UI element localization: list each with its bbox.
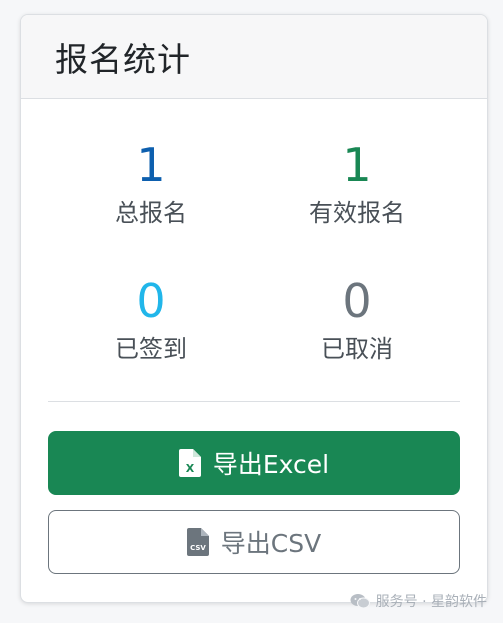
svg-text:X: X	[186, 462, 195, 475]
registration-stats-card: 报名统计 1 总报名 1 有效报名 0 已签到 0 已取消 X 导出Excel	[20, 14, 488, 603]
export-excel-button[interactable]: X 导出Excel	[48, 431, 460, 495]
export-csv-label: 导出CSV	[220, 529, 322, 558]
stat-cancelled: 0 已取消	[254, 273, 460, 365]
divider	[48, 401, 460, 402]
stat-checked-in: 0 已签到	[48, 273, 254, 365]
svg-text:CSV: CSV	[190, 544, 206, 552]
stat-value: 1	[136, 138, 166, 192]
stat-label: 已签到	[115, 335, 187, 363]
file-excel-icon: X	[178, 449, 201, 477]
watermark-text: 服务号 · 星韵软件	[375, 594, 487, 610]
card-title: 报名统计	[55, 39, 191, 79]
wechat-icon	[350, 593, 370, 609]
export-excel-label: 导出Excel	[212, 450, 330, 479]
stat-label: 已取消	[321, 335, 393, 363]
stat-value: 0	[342, 274, 372, 328]
stat-label: 有效报名	[309, 199, 405, 227]
stat-total-registrations: 1 总报名	[48, 137, 254, 229]
stat-value: 1	[342, 138, 372, 192]
export-csv-button[interactable]: CSV 导出CSV	[48, 510, 460, 574]
stat-valid-registrations: 1 有效报名	[254, 137, 460, 229]
file-csv-icon: CSV	[186, 528, 209, 556]
stat-label: 总报名	[115, 199, 187, 227]
watermark: 服务号 · 星韵软件	[350, 591, 487, 611]
stat-value: 0	[136, 274, 166, 328]
card-header: 报名统计	[21, 15, 487, 99]
